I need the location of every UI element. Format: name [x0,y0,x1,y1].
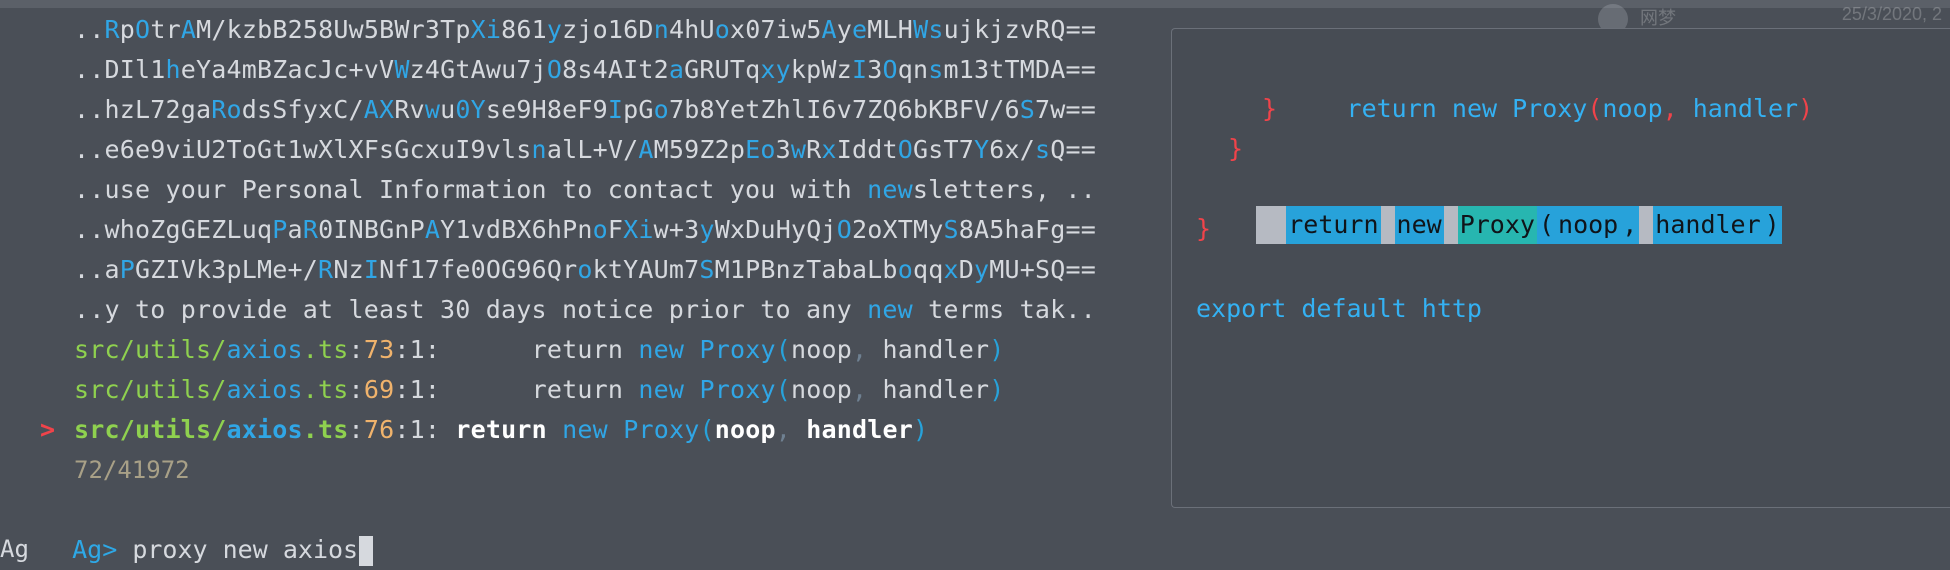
text-cursor [359,536,374,566]
result-file-match[interactable]: src/utils/axios.ts:73:1: return new Prox… [74,330,1005,370]
prompt-label: Ag> [72,535,133,564]
match-count: 72/41972 [74,456,190,484]
result-file-match[interactable]: src/utils/axios.ts:69:1: return new Prox… [74,370,1005,410]
search-query-input[interactable]: proxy new axios [132,535,358,564]
result-text-match[interactable]: ..DIl1heYa4mBZacJc+vVWz4GtAwu7jO8s4AIt2a… [74,50,1096,90]
mode-label: Ag [0,535,29,563]
result-text-match[interactable]: ..e6e9viU2ToGt1wXlXFsGcxuI9vlsnalL+V/AM5… [74,130,1096,170]
preview-line-2: } [1262,94,1278,123]
preview-line-5: } [1196,214,1212,243]
search-prompt[interactable]: Ag> proxy new axios [42,490,374,566]
result-text-match[interactable]: ..whoZgGEZLuqPaR0INBGnPAY1vdBX6hPnoFXiw+… [74,210,1096,250]
preview-line-7: export default http [1196,294,1482,323]
preview-pane[interactable]: return new Proxy(noop, handler) } } retu… [1171,28,1950,508]
result-text-match[interactable]: ..aPGZIVk3pLMe+/RNzINf17fe0OG96QroktYAUm… [74,250,1096,290]
preview-selected-line: return new Proxy(noop, handler) [1196,168,1782,244]
result-text-match[interactable]: ..RpOtrAM/kzbB258Uw5BWr3TpXi861yzjo16Dn4… [74,10,1096,50]
result-file-match[interactable]: src/utils/axios.ts:76:1: return new Prox… [74,410,928,450]
selection-pointer: > [40,415,56,444]
result-text-match[interactable]: ..y to provide at least 30 days notice p… [74,290,1096,330]
preview-line-1: return new Proxy(noop, handler) [1256,94,1814,123]
result-text-match[interactable]: ..use your Personal Information to conta… [74,170,1096,210]
preview-line-3: } [1228,134,1244,163]
result-text-match[interactable]: ..hzL72gaRodsSfyxC/AXRvwu0Yse9H8eF9IpGo7… [74,90,1096,130]
